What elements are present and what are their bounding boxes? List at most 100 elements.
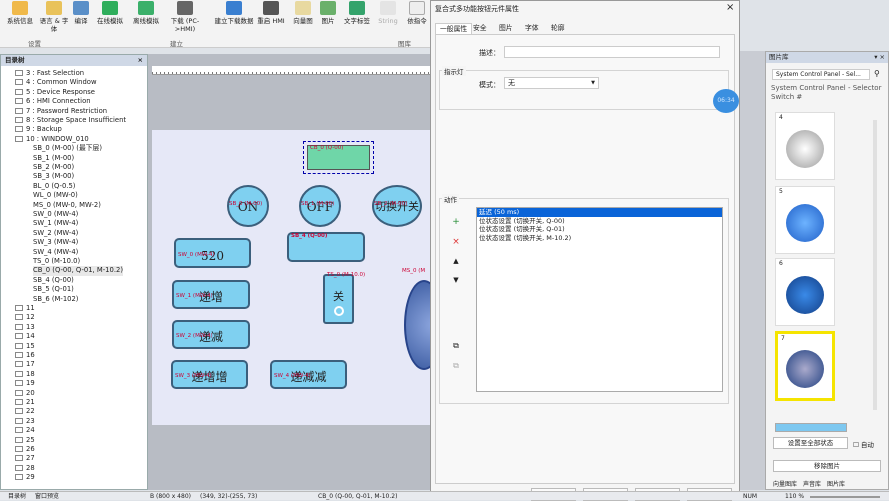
action-item[interactable]: 延迟 (50 ms) (477, 208, 722, 217)
tree-item[interactable]: 19 (15, 379, 35, 388)
action-item[interactable]: 位状态设置 (切换开关, Q-00) (477, 217, 722, 226)
tree-item[interactable]: 25 (15, 436, 35, 445)
tree-item[interactable]: 13 (15, 323, 35, 332)
tree-item[interactable]: SW_2 (MW-4) (33, 229, 78, 238)
tree-item[interactable]: 9 : Backup (15, 125, 62, 134)
tree-item[interactable]: 28 (15, 464, 35, 473)
action-list[interactable]: 延迟 (50 ms) 位状态设置 (切换开关, Q-00) 位状态设置 (切换开… (476, 207, 723, 392)
thumbnail-6[interactable]: 6 (775, 258, 835, 326)
delete-action-icon[interactable]: × (449, 236, 463, 248)
system-info-button[interactable]: 系统信息 (3, 0, 37, 25)
tree-item[interactable]: 17 (15, 360, 35, 369)
close-icon[interactable]: × (726, 2, 734, 13)
set-all-states-button[interactable]: 设置至全部状态 (773, 437, 848, 449)
tree-item[interactable]: 11 (15, 304, 35, 313)
action-item[interactable]: 位状态设置 (切换开关, M-10.2) (477, 234, 722, 243)
tree-item[interactable]: 8 : Storage Space Insufficient (15, 116, 126, 125)
description-input[interactable] (504, 46, 720, 58)
tree-item[interactable]: 23 (15, 417, 35, 426)
tree-item[interactable]: SW_1 (MW-4) (33, 219, 78, 228)
tree-item[interactable]: SB_2 (M-00) (33, 163, 74, 172)
thumbnail-5[interactable]: 5 (775, 186, 835, 254)
sb1-off-button[interactable]: SB_1 (M-00) OFF (299, 185, 341, 227)
build-download-button[interactable]: 建立下载数据 (210, 0, 258, 25)
auto-checkbox[interactable]: ☐ 自动 (853, 439, 874, 449)
tree-item[interactable]: 21 (15, 398, 35, 407)
tree-item[interactable]: SB_1 (M-00) (33, 154, 74, 163)
tree-item[interactable]: 26 (15, 445, 35, 454)
library-scrollbar[interactable] (873, 120, 877, 410)
sb4-button[interactable]: SB_4 (Q-00) (287, 232, 365, 262)
tree-item[interactable]: 18 (15, 370, 35, 379)
tab-picture-library[interactable]: 图片库 (827, 479, 845, 488)
tree-item[interactable]: 12 (15, 313, 35, 322)
tree-item[interactable]: 15 (15, 342, 35, 351)
tab-font[interactable]: 字体 (521, 23, 543, 34)
copy-action-icon[interactable]: ⧉ (449, 340, 463, 352)
color-select[interactable] (775, 423, 847, 432)
tree-item[interactable]: 24 (15, 426, 35, 435)
tab-general[interactable]: 一般属性 (435, 23, 473, 34)
tree-item[interactable]: 29 (15, 473, 35, 482)
thumbnail-4[interactable]: 4 (775, 112, 835, 180)
tree-item[interactable]: CB_0 (Q-00, Q-01, M-10.2) (33, 266, 123, 276)
move-up-icon[interactable]: ▲ (449, 255, 463, 267)
remove-picture-button[interactable]: 移除图片 (773, 460, 881, 472)
sb2-toggle-button[interactable]: SB_2 (M-00) 切换开关 (372, 185, 422, 227)
tree-item[interactable]: BL_0 (Q-0.5) (33, 182, 75, 191)
tree-item[interactable]: 3 : Fast Selection (15, 69, 84, 78)
tab-picture[interactable]: 图片 (495, 23, 517, 34)
tree-item[interactable]: 22 (15, 407, 35, 416)
restart-hmi-button[interactable]: 重启 HMI (254, 0, 288, 25)
tree-item[interactable]: 20 (15, 389, 35, 398)
sw4-button[interactable]: SW_4 (MW-4) 递减减 (270, 360, 347, 389)
tree-item[interactable]: SB_6 (M-102) (33, 295, 78, 304)
tree-item[interactable]: SB_3 (M-00) (33, 172, 74, 181)
tree-item[interactable]: 7 : Password Restriction (15, 107, 107, 116)
tree-item[interactable]: TS_0 (M-10.0) (33, 257, 80, 266)
tree-item[interactable]: 27 (15, 454, 35, 463)
tree-item[interactable]: 5 : Device Response (15, 88, 95, 97)
sw1-increment-button[interactable]: SW_1 (MW-4) 递增 (172, 280, 250, 309)
tree-item[interactable]: 14 (15, 332, 35, 341)
tree-item[interactable]: SB_5 (Q-01) (33, 285, 74, 294)
sw3-button[interactable]: SW_3 (MW-4) 递增增 (171, 360, 248, 389)
selection-handles[interactable] (303, 141, 374, 174)
tab-outline[interactable]: 轮廓 (547, 23, 569, 34)
close-icon[interactable]: ▾ × (874, 52, 888, 63)
by-command-button[interactable]: 依指令 (400, 0, 434, 25)
tree-item[interactable]: 4 : Common Window (15, 78, 97, 87)
add-action-icon[interactable]: + (449, 216, 463, 228)
zoom-slider[interactable] (810, 496, 880, 498)
online-sim-button[interactable]: 在线模拟 (93, 0, 127, 25)
ts0-toggle-switch[interactable]: TS_0 (M-10.0) 关 (323, 272, 365, 324)
action-item[interactable]: 位状态设置 (切换开关, Q-01) (477, 225, 722, 234)
move-down-icon[interactable]: ▼ (449, 274, 463, 286)
sb0-on-button[interactable]: SB_0 (M-00) ON (227, 185, 269, 227)
close-icon[interactable]: × (138, 55, 143, 66)
tab-vector-library[interactable]: 向量图库 (773, 479, 797, 488)
download-button[interactable]: 下载 (PC->HMI) (168, 0, 202, 33)
window-icon (15, 314, 23, 321)
sw2-decrement-button[interactable]: SW_2 (MW-4) 递减 (172, 320, 250, 349)
tree-item[interactable]: SW_4 (MW-4) (33, 248, 78, 257)
tree-item[interactable]: SW_3 (MW-4) (33, 238, 78, 247)
paste-action-icon[interactable]: ⧉ (449, 360, 463, 372)
library-select[interactable]: System Control Panel - Sel... (772, 69, 870, 80)
tree-item[interactable]: 10 : WINDOW_010 (15, 135, 89, 144)
tab-security[interactable]: 安全 (469, 23, 491, 34)
offline-sim-button[interactable]: 离线模拟 (129, 0, 163, 25)
tree-item[interactable]: 16 (15, 351, 35, 360)
text-label-button[interactable]: 文字标签 (340, 0, 374, 25)
tree-item[interactable]: MS_0 (MW-0, MW-2) (33, 201, 101, 210)
search-icon[interactable]: ⚲ (874, 69, 880, 78)
thumbnail-7-selected[interactable]: 7 (775, 331, 835, 401)
tree-item[interactable]: SB_0 (M-00) (最下层) (33, 144, 102, 153)
mode-select[interactable]: 无 ▼ (504, 77, 599, 89)
tree-item[interactable]: SW_0 (MW-4) (33, 210, 78, 219)
tree-item[interactable]: WL_0 (MW-0) (33, 191, 78, 200)
sw0-button[interactable]: SW_0 (MW-4) 520 (174, 238, 251, 268)
tree-item[interactable]: SB_4 (Q-00) (33, 276, 74, 285)
tree-item[interactable]: 6 : HMI Connection (15, 97, 91, 106)
tab-sound-library[interactable]: 声音库 (803, 479, 821, 488)
